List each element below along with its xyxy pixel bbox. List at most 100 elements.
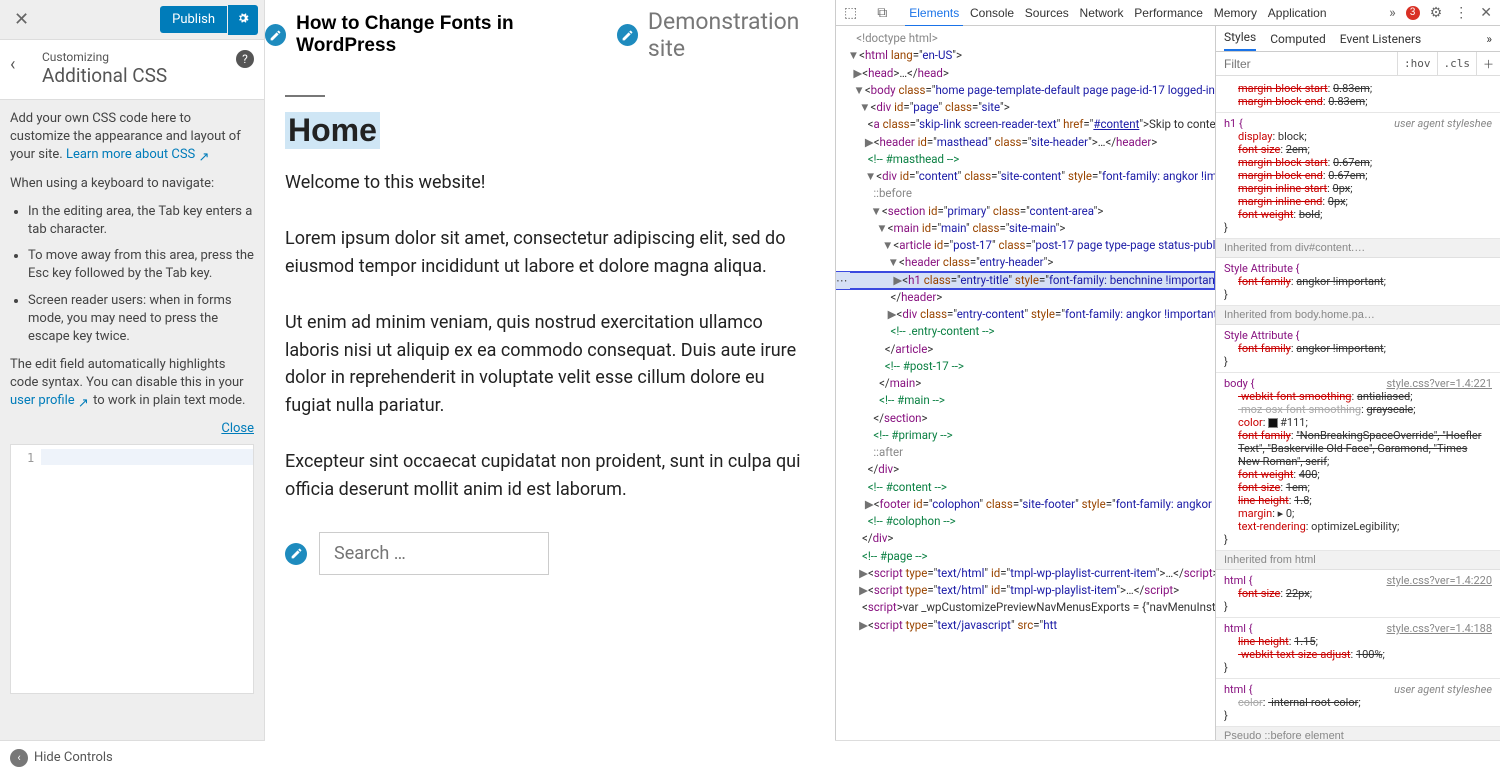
code-active-line: [41, 449, 253, 465]
dom-node[interactable]: </main>: [836, 375, 1215, 392]
help-icon[interactable]: ?: [236, 50, 254, 68]
devtools-tab-performance[interactable]: Performance: [1130, 2, 1207, 24]
style-rule[interactable]: Style Attribute {font-family: angkor !im…: [1216, 258, 1500, 306]
close-devtools-icon[interactable]: ✕: [1478, 5, 1494, 21]
settings-icon[interactable]: ⚙: [1428, 5, 1445, 21]
style-rule[interactable]: html {user agent stylesheecolor: -intern…: [1216, 679, 1500, 727]
site-title[interactable]: How to Change Fonts in WordPress: [296, 13, 607, 57]
close-help-link[interactable]: Close: [10, 421, 254, 436]
device-toolbar-icon[interactable]: ⧉: [875, 5, 889, 21]
dom-node[interactable]: ::before: [836, 185, 1215, 202]
external-link-icon: ↗: [78, 395, 90, 407]
edit-shortcut-icon[interactable]: [617, 24, 638, 46]
dom-node[interactable]: ▶<head>…</head>: [836, 65, 1215, 82]
dom-node[interactable]: </article>: [836, 341, 1215, 358]
inspect-element-icon[interactable]: ⬚: [842, 5, 859, 21]
dom-node[interactable]: ▼<article id="post-17" class="post-17 pa…: [836, 237, 1215, 254]
overflow-tabs-icon[interactable]: »: [1486, 32, 1492, 46]
publish-button[interactable]: Publish: [160, 6, 227, 33]
devtools-panel: ⬚ ⧉ Elements Console Sources Network Per…: [835, 0, 1500, 774]
devtools-tab-sources[interactable]: Sources: [1021, 2, 1073, 24]
customizer-subtitle: Customizing: [42, 50, 252, 64]
devtools-tab-memory[interactable]: Memory: [1210, 2, 1261, 24]
dom-node[interactable]: ▼<div id="page" class="site">: [836, 99, 1215, 116]
content-paragraph: Lorem ipsum dolor sit amet, consectetur …: [285, 225, 815, 281]
hov-toggle[interactable]: :hov: [1397, 52, 1437, 75]
dom-node[interactable]: ▶<header id="masthead" class="site-heade…: [836, 134, 1215, 151]
page-title: Home: [285, 112, 380, 149]
dom-node[interactable]: ▶<h1 class="entry-title" style="font-fam…: [836, 272, 1215, 289]
dom-node[interactable]: <!-- #post-17 -->: [836, 358, 1215, 375]
edit-shortcut-icon[interactable]: [285, 543, 307, 565]
dom-node[interactable]: ▶<footer id="colophon" class="site-foote…: [836, 496, 1215, 513]
dom-node[interactable]: ▼<main id="main" class="site-main">: [836, 220, 1215, 237]
dom-node[interactable]: </section>: [836, 410, 1215, 427]
search-input[interactable]: [319, 532, 549, 575]
customizer-title: Additional CSS: [42, 64, 252, 87]
learn-more-link[interactable]: Learn more about CSS ↗: [66, 147, 211, 162]
dom-node[interactable]: ▼<div id="content" class="site-content" …: [836, 168, 1215, 185]
styles-filter-input[interactable]: [1216, 53, 1397, 75]
customizer-header: ‹ Customizing Additional CSS ?: [0, 40, 264, 100]
devtools-tab-elements[interactable]: Elements: [905, 2, 963, 27]
back-chevron-icon[interactable]: ‹: [10, 54, 15, 75]
list-item: In the editing area, the Tab key enters …: [28, 203, 254, 239]
overflow-tabs-icon[interactable]: »: [1387, 5, 1398, 21]
dom-node[interactable]: <!-- #masthead -->: [836, 151, 1215, 168]
cls-toggle[interactable]: .cls: [1437, 52, 1477, 75]
devtools-tab-network[interactable]: Network: [1076, 2, 1128, 24]
dom-node[interactable]: </div>: [836, 461, 1215, 478]
kb-heading: When using a keyboard to navigate:: [10, 175, 254, 193]
css-code-editor[interactable]: 1: [10, 444, 254, 694]
style-rule[interactable]: margin-block-start: 0.83em;margin-block-…: [1216, 78, 1500, 113]
title-decoration: [285, 95, 325, 97]
dom-node[interactable]: ▶<script type="text/javascript" src="htt: [836, 617, 1215, 634]
error-badge[interactable]: 3: [1406, 6, 1420, 20]
devtools-tab-application[interactable]: Application: [1264, 2, 1331, 24]
site-preview: How to Change Fonts in WordPress Demonst…: [265, 0, 835, 774]
styles-rules[interactable]: margin-block-start: 0.83em;margin-block-…: [1216, 76, 1500, 774]
style-rule[interactable]: h1 {user agent stylesheedisplay: block;f…: [1216, 113, 1500, 239]
dom-node[interactable]: <!-- #main -->: [836, 392, 1215, 409]
dom-node[interactable]: <!doctype html>: [836, 30, 1215, 47]
dom-node[interactable]: ▼<section id="primary" class="content-ar…: [836, 203, 1215, 220]
edit-shortcut-icon[interactable]: [265, 24, 286, 46]
user-profile-link[interactable]: user profile ↗: [10, 393, 90, 408]
devtools-main-tabs: ⬚ ⧉ Elements Console Sources Network Per…: [836, 0, 1500, 26]
style-rule[interactable]: Style Attribute {font-family: angkor !im…: [1216, 325, 1500, 373]
devtools-tab-console[interactable]: Console: [966, 2, 1018, 24]
new-rule-button[interactable]: ＋: [1476, 52, 1500, 75]
dom-node[interactable]: <a class="skip-link screen-reader-text" …: [836, 116, 1215, 133]
styles-inherited-separator: Inherited from body.home.pa…: [1216, 306, 1500, 325]
dom-node[interactable]: ▼<html lang="en-US">: [836, 47, 1215, 64]
dom-node[interactable]: <!-- #primary -->: [836, 427, 1215, 444]
dom-node[interactable]: ::after: [836, 444, 1215, 461]
dom-tree[interactable]: <!doctype html> ▼<html lang="en-US"> ▶<h…: [836, 26, 1215, 752]
dom-node[interactable]: <!-- #content -->: [836, 479, 1215, 496]
dom-node[interactable]: </header>: [836, 289, 1215, 306]
dom-node[interactable]: ▶<div class="entry-content" style="font-…: [836, 306, 1215, 323]
styles-tab-styles[interactable]: Styles: [1224, 26, 1256, 51]
dom-node[interactable]: <!-- #colophon -->: [836, 513, 1215, 530]
dom-node[interactable]: <script>var _wpCustomizePreviewNavMenusE…: [836, 599, 1215, 616]
styles-toolbar: :hov .cls ＋: [1216, 52, 1500, 76]
dom-node[interactable]: </div>: [836, 530, 1215, 547]
styles-pane: Styles Computed Event Listeners » :hov .cls…: [1215, 26, 1500, 774]
line-number: 1: [27, 451, 34, 465]
kb-list: In the editing area, the Tab key enters …: [28, 203, 254, 346]
style-rule[interactable]: html {style.css?ver=1.4:188line-height: …: [1216, 618, 1500, 679]
styles-tab-event-listeners[interactable]: Event Listeners: [1340, 32, 1421, 46]
dom-node[interactable]: <!-- #page -->: [836, 548, 1215, 565]
dom-node[interactable]: ▶<script type="text/html" id="tmpl-wp-pl…: [836, 582, 1215, 599]
dom-node[interactable]: <!-- .entry-content -->: [836, 323, 1215, 340]
dom-node[interactable]: ▶<script type="text/html" id="tmpl-wp-pl…: [836, 565, 1215, 582]
customizer-sidebar: ✕ Publish ‹ Customizing Additional CSS ?…: [0, 0, 265, 774]
close-icon[interactable]: ✕: [6, 5, 37, 34]
styles-tab-computed[interactable]: Computed: [1270, 32, 1326, 46]
gear-icon[interactable]: [228, 5, 258, 35]
dom-node[interactable]: ▼<body class="home page-template-default…: [836, 82, 1215, 99]
style-rule[interactable]: html {style.css?ver=1.4:220font-size: 22…: [1216, 570, 1500, 618]
devtools-menu-icon[interactable]: ⋮: [1452, 5, 1470, 21]
style-rule[interactable]: body {style.css?ver=1.4:221-webkit-font-…: [1216, 373, 1500, 551]
dom-node[interactable]: ▼<header class="entry-header">: [836, 254, 1215, 271]
